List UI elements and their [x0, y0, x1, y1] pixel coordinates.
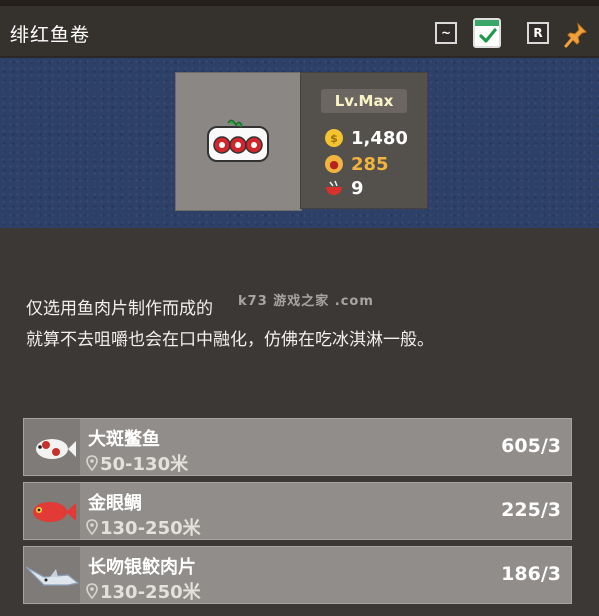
ingredient-name: 长吻银鲛肉片	[88, 557, 196, 578]
level-badge: Lv.Max	[321, 89, 407, 113]
taste-value: 285	[351, 153, 389, 175]
location-pin-icon	[86, 455, 98, 471]
ingredient-depth: 50-130米	[86, 450, 188, 476]
bowl-icon	[325, 179, 343, 197]
gold-coin-icon: $	[325, 129, 343, 147]
price-stat: $ 1,480	[325, 127, 408, 149]
taste-face-icon: ●	[325, 155, 343, 173]
ingredient-row[interactable]: 长吻银鲛肉片 130-250米 186/3	[23, 546, 572, 604]
location-pin-icon	[86, 519, 98, 535]
r-key-button[interactable]: R	[527, 22, 549, 44]
ingredient-count: 186/3	[501, 563, 561, 585]
tilde-icon: ~	[440, 26, 452, 40]
recipe-title: 绯红鱼卷	[10, 24, 91, 46]
ingredient-name: 金眼鲷	[88, 493, 142, 514]
ingredient-depth: 130-250米	[86, 578, 201, 604]
price-value: 1,480	[351, 127, 408, 149]
ingredient-name: 大斑鳖鱼	[88, 429, 160, 450]
ingredient-depth: 130-250米	[86, 514, 201, 540]
header-bar: 绯红鱼卷 ~ R	[0, 6, 599, 58]
checklist-button[interactable]	[473, 18, 501, 48]
dish-banner: Lv.Max $ 1,480 ● 285 9	[0, 58, 599, 228]
ingredient-row[interactable]: 金眼鲷 130-250米 225/3	[23, 482, 572, 540]
depth-value: 130-250米	[100, 582, 201, 603]
dish-image-frame	[175, 72, 302, 211]
checkmark-icon	[479, 28, 497, 43]
watermark: k73 游戏之家 .com	[238, 294, 374, 309]
location-pin-icon	[86, 583, 98, 599]
spotted-fish-icon	[24, 419, 80, 475]
dish-stats-panel: Lv.Max $ 1,480 ● 285 9	[300, 72, 428, 209]
ingredient-count: 605/3	[501, 435, 561, 457]
silver-chimaera-icon	[24, 547, 80, 603]
depth-value: 130-250米	[100, 518, 201, 539]
portion-value: 9	[351, 177, 364, 199]
portion-stat: 9	[325, 177, 364, 199]
taste-stat: ● 285	[325, 153, 389, 175]
ingredient-row[interactable]: 大斑鳖鱼 50-130米 605/3	[23, 418, 572, 476]
red-fish-icon	[24, 483, 80, 539]
description-line-2: 就算不去咀嚼也会在口中融化，仿佛在吃冰淇淋一般。	[26, 330, 434, 350]
r-key-label: R	[533, 26, 543, 40]
pin-icon[interactable]	[564, 22, 588, 48]
fish-roll-icon	[207, 119, 269, 162]
depth-value: 50-130米	[100, 454, 189, 475]
ingredient-count: 225/3	[501, 499, 561, 521]
filter-button[interactable]: ~	[435, 22, 457, 44]
